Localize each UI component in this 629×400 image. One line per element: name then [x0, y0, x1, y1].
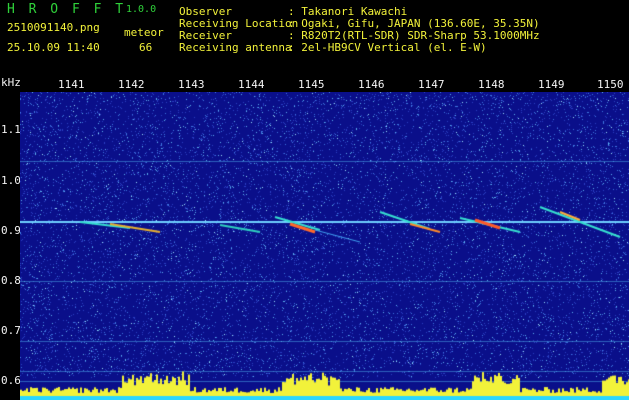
header-panel: H R O F F T 1.0.0 2510091140.png meteor … [0, 0, 629, 72]
info-receiver-value: : R820T2(RTL-SDR) SDR-Sharp 53.1000MHz [288, 29, 540, 42]
y-tick-0-8: 0.8 [1, 274, 21, 287]
info-location-value: : Ogaki, Gifu, JAPAN (136.60E, 35.35N) [288, 17, 540, 30]
x-tick-1141: 1141 [58, 78, 85, 91]
filename-label: 2510091140.png [7, 21, 100, 34]
info-antenna-value: : 2el-HB9CV Vertical (el. E-W) [288, 41, 487, 54]
y-tick-0-6: 0.6 [1, 374, 21, 387]
version-label: 1.0.0 [126, 4, 157, 15]
info-antenna-label: Receiving antenna [179, 41, 292, 54]
count-label: 66 [139, 41, 153, 54]
y-unit-label: kHz [1, 76, 21, 89]
app-logo: H R O F F T [7, 2, 127, 17]
info-receiver-label: Receiver [179, 29, 232, 42]
info-observer-label: Observer [179, 5, 232, 18]
y-tick-1-1: 1.1 [1, 123, 21, 136]
info-observer-value: : Takanori Kawachi [288, 5, 408, 18]
info-location-label: Receiving Location [179, 17, 299, 30]
spectrogram-plot [20, 92, 629, 400]
y-tick-0-7: 0.7 [1, 324, 21, 337]
x-tick-1144: 1144 [238, 78, 265, 91]
datetime-label: 25.10.09 11:40 [7, 41, 100, 54]
x-tick-1148: 1148 [478, 78, 505, 91]
x-tick-1147: 1147 [418, 78, 445, 91]
y-tick-0-9: 0.9 [1, 224, 21, 237]
y-tick-1-0: 1.0 [1, 174, 21, 187]
x-tick-1143: 1143 [178, 78, 205, 91]
x-tick-1149: 1149 [538, 78, 565, 91]
x-tick-1146: 1146 [358, 78, 385, 91]
x-tick-1142: 1142 [118, 78, 145, 91]
x-tick-1145: 1145 [298, 78, 325, 91]
mode-label: meteor [124, 26, 164, 39]
x-tick-1150: 1150 [597, 78, 624, 91]
